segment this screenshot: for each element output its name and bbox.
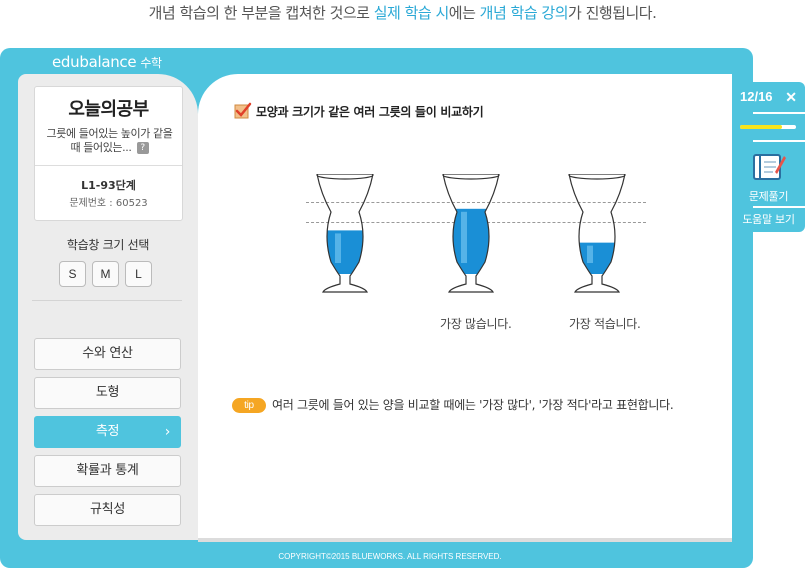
lesson-level: L1-93단계 — [81, 179, 136, 192]
size-buttons: S M L — [59, 261, 159, 287]
size-select-label: 학습창 크기 선택 — [66, 238, 150, 252]
chevron-right-icon: › — [164, 424, 171, 440]
app-frame: edubalance 수학 오늘의공부 그릇에 들어있는 높이가 같을 때 들어있… — [0, 48, 753, 568]
content-footer-bar — [198, 538, 732, 542]
solve-problems-button[interactable]: 문제풀기 — [732, 142, 805, 206]
lesson-divider — [35, 165, 182, 166]
content-title: 모양과 크기가 같은 여러 그릇의 들이 비교하기 — [232, 102, 484, 122]
notebook-icon — [753, 154, 786, 180]
lesson-title: 오늘의공부 — [68, 99, 149, 120]
sidebar-divider — [32, 300, 182, 301]
caption-part2: 에는 — [448, 4, 480, 22]
help-icon[interactable]: ? — [136, 142, 149, 154]
size-l-button[interactable]: L — [125, 261, 152, 287]
tip-badge: tip — [232, 398, 266, 413]
water-fill-1 — [317, 230, 373, 274]
menu-item-probability-statistics[interactable]: 확률과 통계 — [34, 455, 181, 487]
caption: 개념 학습의 한 부분을 캡쳐한 것으로 실제 학습 시에는 개념 학습 강의가… — [0, 0, 805, 28]
glass-2 — [442, 174, 500, 293]
size-s-button[interactable]: S — [59, 261, 86, 287]
content-panel: 모양과 크기가 같은 여러 그릇의 들이 비교하기 가장 많습니다. 가장 적습… — [198, 74, 732, 540]
sidebar: 오늘의공부 그릇에 들어있는 높이가 같을 때 들어있는... ? L1-93단… — [18, 74, 198, 540]
size-m-button[interactable]: M — [92, 261, 119, 287]
lesson-number: 문제번호 : 60523 — [69, 198, 148, 209]
brand-logo: edubalance 수학 — [52, 50, 162, 74]
brand-sub: 수학 — [140, 56, 162, 70]
tip-row: tip 여러 그릇에 들어 있는 양을 비교할 때에는 '가장 많다', '가장 … — [232, 396, 674, 416]
caption-highlight1: 실제 학습 시 — [373, 4, 450, 22]
menu-item-geometry[interactable]: 도형 — [34, 377, 181, 409]
glass-outline-3 — [568, 174, 626, 293]
glasses-illustration — [316, 174, 626, 293]
caption-part1: 개념 학습의 한 부분을 캡쳐한 것으로 — [148, 4, 374, 22]
progress-fill — [740, 125, 782, 129]
lesson-description-text: 그릇에 들어있는 높이가 같을 때 들어있는... — [46, 127, 173, 154]
glass-label-most: 가장 많습니다. — [440, 317, 512, 331]
water-fill-3 — [569, 242, 625, 274]
lesson-description: 그릇에 들어있는 높이가 같을 때 들어있는... ? — [43, 127, 176, 155]
menu-item-label: 수와 연산 — [82, 346, 133, 361]
menu-item-label: 확률과 통계 — [76, 463, 139, 478]
brand-name: edubalance — [52, 53, 137, 71]
solve-problems-label: 문제풀기 — [748, 190, 789, 203]
content-title-text: 모양과 크기가 같은 여러 그릇의 들이 비교하기 — [256, 105, 484, 119]
close-icon[interactable]: ✕ — [785, 82, 797, 112]
water-fill-2 — [443, 208, 499, 274]
help-button[interactable]: 도움말 보기 — [732, 208, 805, 232]
tip-text: 여러 그릇에 들어 있는 양을 비교할 때에는 '가장 많다', '가장 적다'… — [272, 398, 674, 412]
glass-1 — [316, 174, 374, 293]
glass-3 — [568, 174, 626, 293]
progress-track — [740, 125, 796, 129]
copyright: COPYRIGHT©2015 BLUEWORKS. ALL RIGHTS RES… — [278, 552, 502, 561]
menu-item-number-operations[interactable]: 수와 연산 — [34, 338, 181, 370]
menu-item-label: 도형 — [95, 385, 120, 400]
menu-item-patterns[interactable]: 규칙성 — [34, 494, 181, 526]
menu-item-label: 측정 — [95, 424, 120, 439]
menu-item-label: 규칙성 — [90, 502, 125, 517]
menu-item-measurement[interactable]: 측정 › — [34, 416, 181, 448]
lesson-card: 오늘의공부 그릇에 들어있는 높이가 같을 때 들어있는... ? L1-93단… — [34, 86, 183, 221]
progress-counter: 12/16 ✕ — [732, 82, 805, 112]
progress-text: 12/16 — [740, 89, 773, 104]
caption-highlight2: 개념 학습 강의 — [479, 4, 569, 22]
progress-bar — [732, 114, 805, 140]
glass-label-least: 가장 적습니다. — [569, 317, 641, 331]
caption-part3: 가 진행됩니다. — [568, 4, 657, 22]
right-panel: 12/16 ✕ 문제풀기 도움말 보기 — [732, 82, 805, 232]
